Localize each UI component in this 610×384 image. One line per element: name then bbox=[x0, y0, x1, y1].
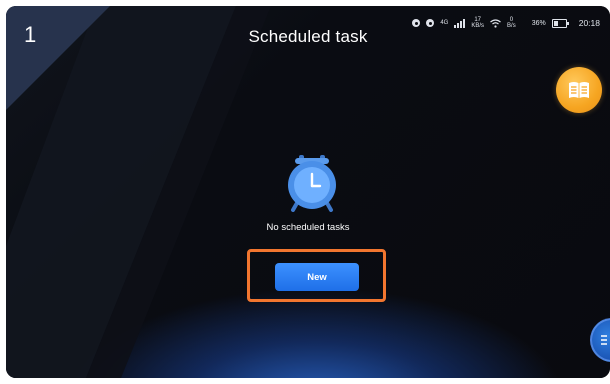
book-icon bbox=[569, 82, 589, 98]
network-label: 4G bbox=[440, 20, 449, 26]
notification-icon bbox=[412, 19, 421, 27]
notification-icon-2 bbox=[426, 19, 435, 27]
step-badge bbox=[6, 6, 110, 110]
manual-button[interactable] bbox=[556, 67, 602, 113]
battery-percent: 36% bbox=[531, 19, 546, 27]
upload-speed-unit: B/s bbox=[507, 23, 516, 29]
download-speed-unit: KB/s bbox=[471, 23, 485, 29]
upload-speed: 0 B/s bbox=[507, 17, 516, 29]
page-title: Scheduled task bbox=[248, 27, 368, 46]
download-speed: 17 KB/s bbox=[471, 17, 484, 29]
alarm-clock-icon bbox=[288, 155, 336, 212]
battery-icon bbox=[551, 18, 569, 28]
wifi-icon bbox=[490, 18, 501, 28]
empty-state-message: No scheduled tasks bbox=[266, 222, 350, 233]
signal-icon bbox=[454, 18, 466, 28]
status-bar: 4G 17 KB/s 0 B/s 36% 20:18 bbox=[412, 17, 600, 29]
new-task-button[interactable]: New bbox=[275, 263, 359, 291]
app-window: 1 Scheduled task 4G 17 KB/s 0 B/s 36% 20… bbox=[6, 6, 610, 378]
clock-time: 20:18 bbox=[578, 18, 600, 28]
menu-icon bbox=[601, 335, 607, 345]
